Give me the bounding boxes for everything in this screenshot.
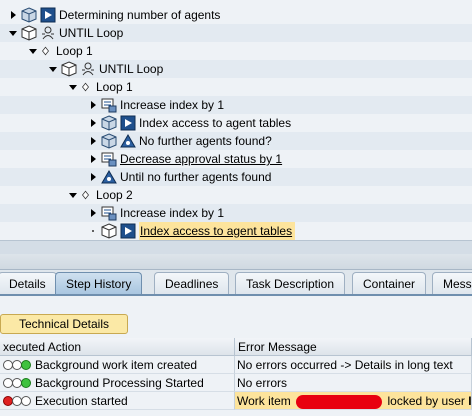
message-cell[interactable]: Work item locked by user I (235, 392, 472, 410)
container-operation-icon (101, 206, 117, 221)
tree-row[interactable]: Increase index by 1 (0, 204, 472, 222)
diamond-icon (42, 46, 49, 56)
column-header-error-message[interactable]: Error Message (235, 338, 472, 356)
workflow-step-tree: Determining number of agents UNTIL Loop … (0, 0, 472, 240)
tree-row[interactable]: Decrease approval status by 1 (0, 150, 472, 168)
cube-icon (101, 133, 117, 149)
expand-arrow-icon[interactable] (88, 132, 98, 150)
tab-container[interactable]: Container (352, 272, 427, 294)
container-operation-icon (101, 152, 117, 167)
status-traffic-light-icon (3, 359, 31, 370)
tree-row[interactable]: Loop 2 (0, 186, 472, 204)
message-tail: I (468, 394, 472, 408)
tree-row-label[interactable]: Index access to agent tables (139, 222, 296, 240)
collapse-arrow-icon[interactable] (68, 186, 78, 204)
execute-step-icon (120, 115, 136, 131)
loop-agent-icon (82, 62, 94, 76)
action-cell: Background work item created (0, 356, 235, 374)
diamond-icon (82, 82, 89, 92)
cube-outline-icon (61, 61, 77, 77)
action-text: Background Processing Started (35, 375, 204, 390)
tab-messages[interactable]: Mess (432, 272, 472, 294)
technical-details-button[interactable]: Technical Details (0, 314, 128, 334)
step-history-panel: Technical Details xecuted Action Error M… (0, 296, 472, 416)
leaf-dot-icon (88, 222, 98, 240)
tree-horizontal-scrollbar[interactable] (0, 240, 472, 254)
tree-row-label[interactable]: Decrease approval status by 1 (120, 150, 282, 168)
table-row[interactable]: Execution started Work item locked by us… (0, 392, 472, 410)
tree-row-label: Loop 1 (96, 80, 133, 94)
table-row[interactable]: Background work item created No errors o… (0, 356, 472, 374)
expand-arrow-icon[interactable] (88, 204, 98, 222)
collapse-arrow-icon[interactable] (8, 24, 18, 42)
tab-task-description[interactable]: Task Description (235, 272, 346, 294)
tree-row[interactable]: Loop 1 (0, 78, 472, 96)
tree-row-label: Increase index by 1 (120, 206, 225, 220)
tree-row[interactable]: Loop 1 (0, 42, 472, 60)
action-text: Background work item created (35, 357, 198, 372)
tree-row-label: UNTIL Loop (99, 62, 164, 76)
cube-icon (101, 115, 117, 131)
container-operation-icon (101, 98, 117, 113)
status-traffic-light-icon (3, 395, 31, 406)
message-cell: No errors (235, 374, 472, 392)
tree-row[interactable]: Determining number of agents (0, 6, 472, 24)
tree-row-label: Loop 2 (96, 188, 133, 202)
tree-row[interactable]: UNTIL Loop (0, 24, 472, 42)
message-prefix: Work item (237, 394, 291, 408)
redaction-mark (296, 394, 383, 409)
tab-deadlines[interactable]: Deadlines (154, 272, 230, 294)
execute-step-icon (40, 7, 56, 23)
expand-arrow-icon[interactable] (88, 150, 98, 168)
action-text: Execution started (35, 393, 128, 408)
message-suffix: locked by user (387, 394, 465, 408)
action-cell: Execution started (0, 392, 235, 410)
tree-row-label: UNTIL Loop (59, 26, 124, 40)
cube-outline-icon (21, 25, 37, 41)
diamond-icon (82, 190, 89, 200)
cube-outline-icon (101, 223, 117, 239)
collapse-arrow-icon[interactable] (28, 42, 38, 60)
collapse-arrow-icon[interactable] (68, 78, 78, 96)
tree-row[interactable]: No further agents found? (0, 132, 472, 150)
table-row[interactable]: Background Processing Started No errors (0, 374, 472, 392)
tree-row-label: Loop 1 (56, 44, 93, 58)
tab-strip: Details Step History Deadlines Task Desc… (0, 254, 472, 296)
condition-icon (120, 134, 136, 148)
expand-arrow-icon[interactable] (88, 114, 98, 132)
tree-row-label: No further agents found? (139, 134, 272, 148)
tree-row[interactable]: Increase index by 1 (0, 96, 472, 114)
expand-arrow-icon[interactable] (8, 6, 18, 24)
tab-step-history[interactable]: Step History (55, 272, 143, 294)
column-header-executed-action[interactable]: xecuted Action (0, 338, 235, 356)
panel-divider (0, 254, 472, 270)
tree-row-label: Until no further agents found (120, 170, 272, 184)
tree-row-label: Increase index by 1 (120, 98, 225, 112)
action-cell: Background Processing Started (0, 374, 235, 392)
condition-icon (101, 170, 117, 184)
execute-step-icon (120, 223, 136, 239)
collapse-arrow-icon[interactable] (48, 60, 58, 78)
cube-icon (21, 7, 37, 23)
loop-agent-icon (42, 26, 54, 40)
tree-row-selected[interactable]: Index access to agent tables (0, 222, 472, 240)
expand-arrow-icon[interactable] (88, 168, 98, 186)
tree-row[interactable]: Until no further agents found (0, 168, 472, 186)
tree-row[interactable]: Index access to agent tables (0, 114, 472, 132)
tree-row-label: Determining number of agents (59, 8, 221, 22)
tree-row-label: Index access to agent tables (139, 116, 292, 130)
message-cell: No errors occurred -> Details in long te… (235, 356, 472, 374)
tab-details[interactable]: Details (0, 272, 57, 294)
expand-arrow-icon[interactable] (88, 96, 98, 114)
status-traffic-light-icon (3, 377, 31, 388)
tree-row[interactable]: UNTIL Loop (0, 60, 472, 78)
